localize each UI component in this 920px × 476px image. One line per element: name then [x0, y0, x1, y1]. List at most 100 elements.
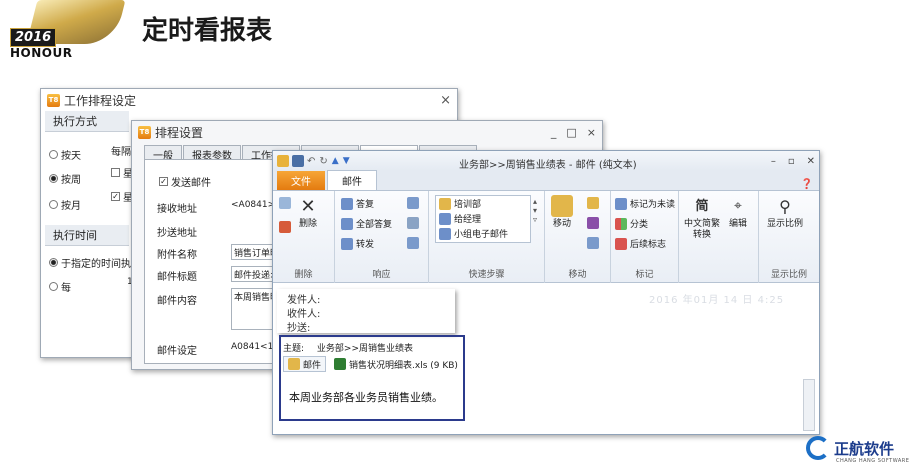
- attachment-label: 附件名称: [157, 250, 197, 261]
- close-icon[interactable]: ×: [440, 93, 451, 108]
- app-icon: T8: [138, 125, 151, 139]
- vertical-scrollbar[interactable]: [803, 379, 815, 431]
- subject-label: 邮件标题: [157, 272, 197, 283]
- forward-button[interactable]: 转发: [341, 237, 374, 250]
- reply-all-icon: [341, 217, 353, 230]
- send-mail-checkbox[interactable]: ✓ 发送邮件: [159, 174, 211, 189]
- outlook-window-title: 业务部>>周销售业绩表 - 邮件 (纯文本): [459, 160, 637, 171]
- mail-envelope-icon: [277, 155, 289, 167]
- group-label-delete: 删除: [294, 270, 313, 280]
- save-icon[interactable]: [292, 155, 304, 167]
- forward-icon: [341, 237, 353, 250]
- quickstep-training[interactable]: 培训部: [436, 196, 530, 211]
- chinese-conversion-button[interactable]: 简 中文简繁转换: [683, 195, 721, 241]
- tab-file[interactable]: 文件: [277, 171, 325, 190]
- radio-monthly[interactable]: 按月: [49, 197, 81, 212]
- ribbon-group-move: 移动 移动: [545, 191, 611, 283]
- cleanup-button[interactable]: [279, 221, 294, 233]
- minimize-icon[interactable]: _: [551, 126, 557, 139]
- radio-selected-icon: [49, 174, 58, 183]
- move-folder-icon: [551, 195, 573, 217]
- restore-icon[interactable]: ▫: [788, 156, 795, 167]
- group-label-tags: 标记: [635, 270, 654, 280]
- redo-icon[interactable]: ↻: [319, 156, 327, 167]
- move-button[interactable]: 移动: [551, 195, 573, 230]
- logo-year: 2016: [10, 28, 57, 47]
- exec-time-section: 执行时间: [45, 225, 129, 246]
- more-icon: [407, 237, 419, 249]
- group-label-zoom: 显示比例: [770, 270, 807, 280]
- close-icon[interactable]: ✕: [807, 156, 815, 167]
- message-tab[interactable]: 邮件: [283, 356, 327, 372]
- actions-button[interactable]: [587, 237, 602, 249]
- brand-mark-icon: [806, 436, 830, 460]
- message-body: 本周业务部各业务员销售业绩。: [289, 391, 443, 404]
- cc-label: 抄送:: [287, 323, 311, 334]
- follow-up-button[interactable]: 后续标志: [615, 237, 666, 250]
- attachment-bar: 邮件 销售状况明细表.xls (9 KB): [283, 356, 466, 372]
- receiver-label: 接收地址: [157, 204, 197, 215]
- subject-label: 主题:: [283, 344, 305, 354]
- close-icon[interactable]: ×: [587, 126, 596, 139]
- help-icon[interactable]: ❓: [801, 179, 813, 190]
- logo-text: HONOUR: [10, 46, 73, 60]
- to-label: 收件人:: [287, 309, 321, 320]
- down-arrow-icon[interactable]: ▼: [343, 156, 350, 166]
- radio-selected-icon: [49, 258, 58, 267]
- sent-time-blurred: 2016 年01月 14 日 4:25: [649, 295, 785, 306]
- group-label-respond: 响应: [372, 270, 391, 280]
- meeting-button[interactable]: [407, 197, 422, 209]
- settings-window-titlebar[interactable]: T8 排程设置 _ □ ×: [132, 121, 602, 143]
- schedule-window-title: 工作排程设定: [64, 93, 137, 108]
- attachment-file[interactable]: 销售状况明细表.xls (9 KB): [330, 356, 462, 372]
- magnifier-icon: ⚲: [779, 196, 791, 216]
- chinese-conversion-icon: 简: [695, 198, 709, 214]
- reply-icon: [341, 197, 353, 210]
- ignore-button[interactable]: [279, 197, 294, 209]
- brand-name: 正航软件: [834, 439, 895, 458]
- undo-icon[interactable]: ↶: [307, 156, 315, 167]
- outlook-titlebar[interactable]: ↶ ↻ ▲ ▼ 业务部>>周销售业绩表 - 邮件 (纯文本) – ▫ ✕: [273, 151, 819, 171]
- radio-every[interactable]: 每: [49, 279, 71, 294]
- quickstep-team-email[interactable]: 小组电子邮件: [436, 226, 530, 241]
- radio-icon: [49, 200, 58, 209]
- radio-daily[interactable]: 按天: [49, 147, 81, 162]
- unread-icon: [615, 197, 627, 210]
- tab-mail[interactable]: 邮件: [327, 170, 377, 190]
- flag-icon: [615, 237, 627, 250]
- receiver-field[interactable]: <A0841>: [231, 200, 275, 210]
- subject-row: 主题: 业务部>>周销售业绩表: [283, 341, 413, 354]
- reply-button[interactable]: 答复: [341, 197, 374, 210]
- up-arrow-icon[interactable]: ▲: [332, 156, 339, 166]
- minimize-icon[interactable]: –: [771, 156, 776, 167]
- quickstep-manager[interactable]: 给经理: [436, 211, 530, 226]
- delete-x-icon: ✕: [300, 195, 316, 217]
- meeting-icon: [407, 197, 419, 209]
- categorize-button[interactable]: 分类: [615, 217, 648, 230]
- edit-button[interactable]: ⌖ 编辑: [727, 195, 749, 230]
- cc-label: 抄送地址: [157, 228, 197, 239]
- zoom-button[interactable]: ⚲ 显示比例: [767, 195, 803, 230]
- im-button[interactable]: [407, 217, 422, 229]
- rules-icon: [587, 197, 599, 209]
- radio-specified-time[interactable]: 于指定的时间执行: [49, 255, 141, 270]
- onenote-icon: [587, 217, 599, 229]
- delete-button[interactable]: ✕ 删除: [297, 195, 319, 230]
- reply-all-button[interactable]: 全部答复: [341, 217, 392, 230]
- ribbon-tabs: 文件 邮件 ❓: [273, 170, 819, 191]
- mark-unread-button[interactable]: 标记为未读: [615, 197, 675, 210]
- gallery-scroll-icon[interactable]: ▴ ▾ ▿: [533, 197, 537, 224]
- ignore-icon: [279, 197, 291, 209]
- subject-value: 业务部>>周销售业绩表: [316, 344, 414, 354]
- onenote-button[interactable]: [587, 217, 602, 229]
- rules-button[interactable]: [587, 197, 602, 209]
- more-respond-button[interactable]: [407, 237, 422, 249]
- maximize-icon[interactable]: □: [566, 126, 576, 139]
- brand-subtitle: CHANG HANG SOFTWARE: [836, 458, 910, 464]
- mail-envelope-icon: [288, 358, 300, 370]
- schedule-window-titlebar[interactable]: T8 工作排程设定 ×: [41, 89, 457, 111]
- radio-weekly[interactable]: 按周: [49, 171, 81, 186]
- brand-logo: 正航软件 CHANG HANG SOFTWARE: [806, 436, 909, 464]
- exec-mode-section: 执行方式: [45, 111, 129, 132]
- ribbon-group-tags: 标记为未读 分类 后续标志 标记: [611, 191, 679, 283]
